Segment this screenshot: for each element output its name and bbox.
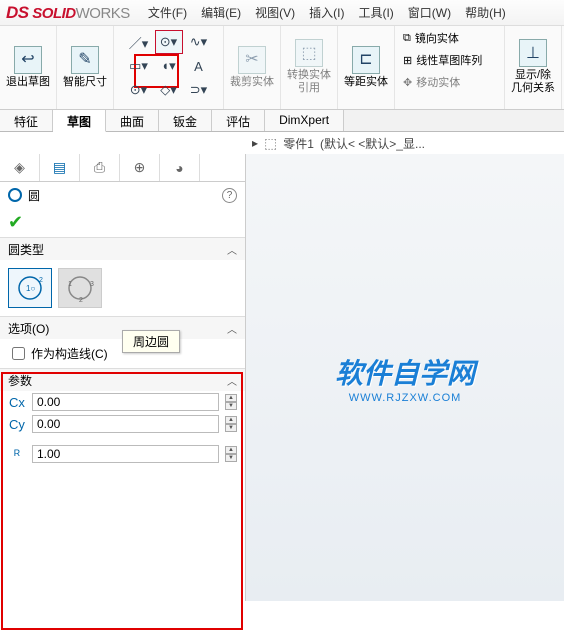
circle-tool-icon [8,188,22,202]
exit-sketch-button[interactable]: ↩ 退出草图 [6,30,50,104]
section-params[interactable]: 参数︿ [0,369,245,391]
move-entities-button[interactable]: ✥移动实体 [403,74,460,90]
panel-tabs: ◈ ▤ ⎙ ⊕ ◕ [0,154,245,182]
ellipse-tool[interactable]: ⊃▾ [185,78,213,102]
menu-help[interactable]: 帮助(H) [465,4,506,21]
chevron-up-icon: ︿ [227,242,237,257]
poly-tool[interactable]: A [185,54,213,78]
help-icon[interactable]: ? [222,188,237,203]
trim-icon: ✂ [238,46,266,74]
param-cy-icon: Cy [8,416,26,432]
ok-checkmark[interactable]: ✔ [0,208,245,237]
menu-bar: 文件(F) 编辑(E) 视图(V) 插入(I) 工具(I) 窗口(W) 帮助(H… [148,4,506,21]
chevron-up-icon: ︿ [227,321,237,336]
param-cx-spinner[interactable]: ▲▼ [225,394,237,410]
menu-view[interactable]: 视图(V) [255,4,295,21]
tab-sheetmetal[interactable]: 钣金 [159,110,212,131]
tab-sketch[interactable]: 草图 [53,110,106,132]
circle-type-center[interactable]: 1○ 2 [8,268,52,308]
convert-icon: ⬚ [295,39,323,67]
graphics-viewport[interactable]: 软件自学网 WWW.RJZXW.COM [246,154,564,601]
menu-window[interactable]: 窗口(W) [408,4,451,21]
param-radius-input[interactable] [32,445,219,463]
tooltip-perimeter-circle: 周边圆 [122,330,180,353]
breadcrumb-bar: ▸ ⬚ 零件1 (默认< <默认>_显... [0,132,564,154]
mirror-icon: ⧉ [403,32,411,45]
tab-feature[interactable]: 特征 [0,110,53,131]
smart-dimension-button[interactable]: ✎ 智能尺寸 [63,30,107,104]
circle-type-perimeter[interactable]: 1 2 3 [58,268,102,308]
tab-dimxpert[interactable]: DimXpert [265,110,344,131]
menu-edit[interactable]: 编辑(E) [201,4,241,21]
app-logo: DS SOLIDWORKS [6,3,130,23]
breadcrumb-part[interactable]: 零件1 [283,135,314,152]
property-manager: ◈ ▤ ⎙ ⊕ ◕ 圆 ? ✔ 圆类型︿ 1○ 2 1 2 3 [0,154,246,601]
linear-pattern-button[interactable]: ⊞线性草图阵列 [403,52,482,68]
tab-surface[interactable]: 曲面 [106,110,159,131]
convert-entities-button[interactable]: ⬚ 转换实体引用 [287,30,331,104]
ribbon: ↩ 退出草图 ✎ 智能尺寸 ／▾ ⊙▾ ∿▾ ▭▾ ◖▾ A ⊙▾ ◇▾ ⊃▾ … [0,26,564,110]
param-cy-spinner[interactable]: ▲▼ [225,416,237,432]
exit-sketch-icon: ↩ [14,46,42,74]
part-icon: ⬚ [264,135,277,152]
tab-evaluate[interactable]: 评估 [212,110,265,131]
smart-dimension-icon: ✎ [71,46,99,74]
property-title: 圆 [28,187,40,204]
display-icon: ⊥ [519,39,547,67]
panel-tab-property[interactable]: ▤ [40,154,80,181]
trim-entities-button[interactable]: ✂ 裁剪实体 [230,30,274,104]
svg-text:3: 3 [90,281,94,288]
rect-tool[interactable]: ▭▾ [125,54,153,78]
param-cy-input[interactable] [32,415,219,433]
line-tool[interactable]: ／▾ [125,30,153,54]
offset-entities-button[interactable]: ⊏ 等距实体 [344,30,388,104]
pattern-icon: ⊞ [403,54,412,67]
command-tabs: 特征 草图 曲面 钣金 评估 DimXpert [0,110,564,132]
circle-tool[interactable]: ⊙▾ [155,30,183,54]
arc-tool[interactable]: ∿▾ [185,30,213,54]
watermark: 软件自学网 WWW.RJZXW.COM [335,352,475,404]
panel-tab-dimxpert[interactable]: ⊕ [120,154,160,181]
display-relations-button[interactable]: ⊥ 显示/除几何关系 [511,30,555,104]
svg-text:2: 2 [79,297,83,304]
move-icon: ✥ [403,76,412,89]
offset-icon: ⊏ [352,46,380,74]
param-cx-input[interactable] [32,393,219,411]
param-radius-icon: ᴿ [8,446,26,462]
menu-file[interactable]: 文件(F) [148,4,187,21]
menu-tools[interactable]: 工具(I) [358,4,393,21]
slot-tool[interactable]: ◖▾ [155,54,183,78]
construction-checkbox[interactable] [12,347,25,360]
point-tool[interactable]: ⊙▾ [125,78,153,102]
chevron-up-icon: ︿ [227,373,237,388]
section-circle-type[interactable]: 圆类型︿ [0,238,245,260]
breadcrumb-config: (默认< <默认>_显... [320,135,425,152]
svg-text:2: 2 [39,277,43,284]
title-bar: DS SOLIDWORKS 文件(F) 编辑(E) 视图(V) 插入(I) 工具… [0,0,564,26]
panel-tab-feature-tree[interactable]: ◈ [0,154,40,181]
svg-text:1: 1 [68,281,72,288]
breadcrumb-arrow-icon: ▸ [252,136,258,150]
menu-insert[interactable]: 插入(I) [309,4,344,21]
panel-tab-appearance[interactable]: ◕ [160,154,200,181]
param-radius-spinner[interactable]: ▲▼ [225,446,237,462]
param-cx-icon: Cx [8,394,26,410]
construction-label: 作为构造线(C) [31,345,108,362]
mirror-entities-button[interactable]: ⧉镜向实体 [403,30,459,46]
spline-tool[interactable]: ◇▾ [155,78,183,102]
panel-tab-config[interactable]: ⎙ [80,154,120,181]
svg-text:1○: 1○ [26,284,35,293]
